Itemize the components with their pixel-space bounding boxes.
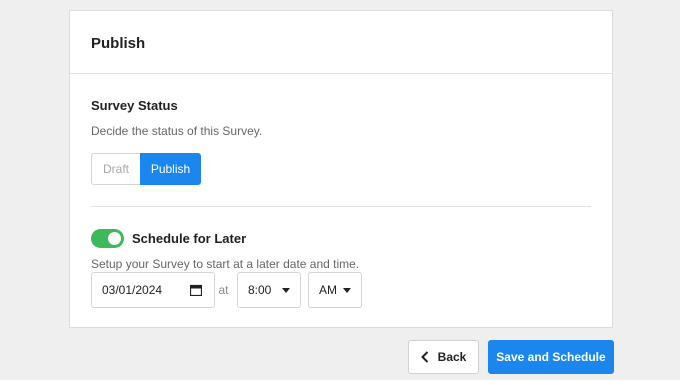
publish-panel: Publish Survey Status Decide the status … <box>69 10 613 328</box>
save-and-schedule-button[interactable]: Save and Schedule <box>488 340 614 374</box>
caret-down-icon <box>343 287 351 293</box>
schedule-label: Schedule for Later <box>132 231 247 246</box>
toggle-knob <box>108 232 121 245</box>
back-button[interactable]: Back <box>408 340 479 374</box>
status-option-draft[interactable]: Draft <box>91 153 140 185</box>
schedule-toggle-row: Schedule for Later <box>91 229 591 248</box>
status-segmented-control: Draft Publish <box>91 153 201 185</box>
survey-status-title: Survey Status <box>91 98 178 113</box>
schedule-controls: 03/01/2024 at 8:00 AM <box>91 272 591 308</box>
at-label: at <box>218 283 229 297</box>
back-button-label: Back <box>437 350 467 364</box>
schedule-description: Setup your Survey to start at a later da… <box>91 257 360 271</box>
ampm-value: AM <box>319 283 337 297</box>
section-divider <box>91 206 591 207</box>
panel-header: Publish <box>70 11 612 74</box>
calendar-icon[interactable] <box>189 284 203 297</box>
ampm-select[interactable]: AM <box>308 272 362 308</box>
time-value: 8:00 <box>248 283 272 297</box>
survey-status-description: Decide the status of this Survey. <box>91 124 263 138</box>
schedule-toggle[interactable] <box>91 229 124 248</box>
date-value: 03/01/2024 <box>102 283 163 297</box>
caret-down-icon <box>282 287 290 293</box>
chevron-left-icon <box>420 351 428 363</box>
panel-body: Survey Status Decide the status of this … <box>70 74 612 308</box>
status-option-publish[interactable]: Publish <box>140 153 201 185</box>
panel-title: Publish <box>91 35 146 52</box>
time-select[interactable]: 8:00 <box>237 272 301 308</box>
date-input[interactable]: 03/01/2024 <box>91 272 215 308</box>
